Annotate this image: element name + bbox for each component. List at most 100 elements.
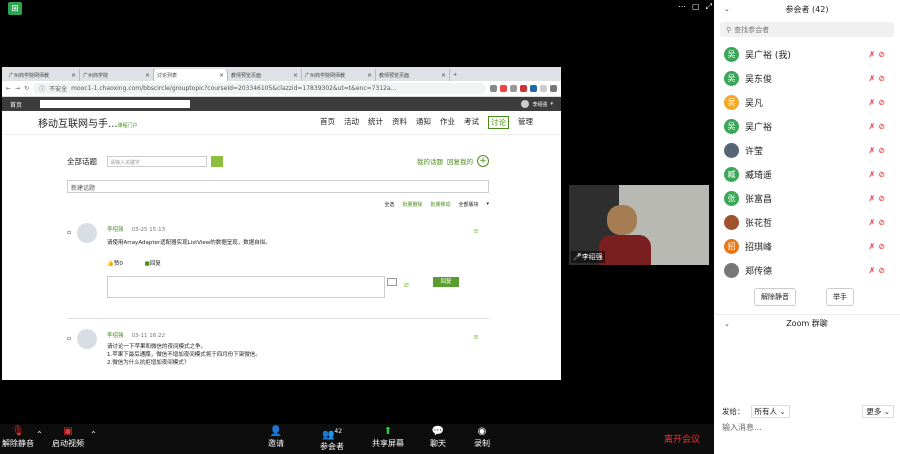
participants-button[interactable]: 👥42 参会者 (320, 426, 344, 452)
nav-notice[interactable]: 通知 (416, 116, 431, 129)
site-user-menu[interactable]: 李绍强 ▾ (521, 100, 553, 108)
extension-icon[interactable] (520, 85, 527, 92)
participant-row[interactable]: 吴吴广裕 (我) ✗⊘ (714, 42, 900, 66)
nav-stats[interactable]: 统计 (368, 116, 383, 129)
video-options-caret[interactable]: ⌃ (90, 430, 97, 439)
site-home-link[interactable]: 首页 (10, 100, 22, 109)
chevron-down-icon[interactable]: ⌄ (724, 320, 730, 328)
course-title[interactable]: 移动互联网与手...课程门户 (38, 115, 138, 130)
search-button[interactable] (211, 155, 223, 167)
reply-submit-button[interactable]: 回复 (433, 277, 459, 287)
fullscreen-icon[interactable]: ⤢ (706, 2, 712, 12)
post-checkbox[interactable]: ▫ (67, 229, 71, 236)
participant-name: 张富昌 (745, 194, 773, 205)
browser-tab[interactable]: 广州商学院网师教 × (302, 69, 376, 81)
participant-row[interactable]: 许莹 ✗⊘ (714, 138, 900, 162)
share-screen-button[interactable]: ⬆ 共享屏幕 (372, 426, 404, 449)
menu-icon[interactable]: ≡ (473, 333, 479, 341)
keyword-search-input[interactable]: 请输入关键字 (107, 155, 207, 167)
participant-row[interactable]: 吴吴广裕 ✗⊘ (714, 114, 900, 138)
nav-discussion[interactable]: 讨论 (488, 116, 509, 129)
site-search-input[interactable] (40, 100, 191, 108)
restore-icon[interactable]: ▢ (692, 2, 700, 12)
nav-home[interactable]: 首页 (320, 116, 335, 129)
browser-tab[interactable]: 广州商学院 × (80, 69, 154, 81)
reply-textarea[interactable] (107, 276, 385, 298)
chevron-down-icon[interactable]: ⌄ (724, 5, 730, 13)
like-button[interactable]: 赞0 (114, 261, 123, 267)
window-icon[interactable]: ⊞ (8, 2, 22, 15)
nav-activity[interactable]: 活动 (344, 116, 359, 129)
nav-homework[interactable]: 作业 (440, 116, 455, 129)
more-icon[interactable]: ⋯ (678, 2, 686, 12)
chat-input[interactable]: 输入消息... (722, 422, 762, 433)
new-topic-input[interactable]: 新建话题 (67, 180, 489, 193)
record-button[interactable]: ◉ 录制 (474, 426, 490, 449)
back-icon[interactable]: ← (6, 85, 11, 92)
browser-tab[interactable]: 教师预览页面 × (228, 69, 302, 81)
chat-button[interactable]: 💬 聊天 (430, 426, 446, 449)
profile-icon[interactable] (550, 85, 557, 92)
unmute-button[interactable]: 🎙 解除静音 (2, 426, 34, 449)
batch-move-link[interactable]: 批量移动 (430, 201, 450, 209)
extension-icon[interactable] (500, 85, 507, 92)
audio-options-caret[interactable]: ⌃ (36, 430, 43, 439)
browser-tab[interactable]: 教师预览页面 × (376, 69, 450, 81)
participant-row[interactable]: 张花哲 ✗⊘ (714, 210, 900, 234)
invite-button[interactable]: 👤 邀请 (268, 426, 284, 449)
info-icon[interactable]: ⓘ (39, 84, 45, 93)
browser-tab[interactable]: 广州商学院网师教 × (6, 69, 80, 81)
avatar: 臧 (724, 166, 739, 182)
menu-icon[interactable]: ≡ (473, 227, 479, 235)
my-replies-link[interactable]: 回复我的 (447, 156, 473, 166)
forward-icon[interactable]: → (15, 85, 20, 92)
browser-tab-active[interactable]: 讨论列表 × (154, 69, 228, 81)
participant-row[interactable]: 吴吴凡 ✗⊘ (714, 90, 900, 114)
nav-exam[interactable]: 考试 (464, 116, 479, 129)
participant-row[interactable]: 臧臧琦遥 ✗⊘ (714, 162, 900, 186)
recipient-dropdown[interactable]: 所有人 ⌄ (750, 405, 790, 418)
participant-row[interactable]: 吴吴东俊 ✗⊘ (714, 66, 900, 90)
url-field[interactable]: ⓘ 不安全 mooc1-1.chaoxing.com/bbscircle/gro… (33, 83, 486, 94)
invite-label: 邀请 (268, 439, 284, 448)
add-topic-icon[interactable]: + (477, 155, 489, 167)
nav-materials[interactable]: 资料 (392, 116, 407, 129)
participant-search-input[interactable]: ⚲ 查找参会者 (720, 22, 894, 37)
attachment-icon[interactable]: ⌀ (404, 280, 409, 289)
like-icon[interactable]: 👍 (107, 261, 114, 267)
meeting-toolbar (0, 424, 714, 454)
my-topics-link[interactable]: 我的话题 (417, 156, 443, 166)
unmute-all-button[interactable]: 解除静音 (754, 288, 796, 306)
nav-manage[interactable]: 管理 (518, 116, 533, 129)
close-icon[interactable]: × (219, 72, 224, 79)
batch-delete-link[interactable]: 批量删除 (402, 201, 422, 209)
leave-meeting-button[interactable]: 离开会议 (664, 432, 700, 445)
post-author[interactable]: 李绍强 (107, 227, 124, 233)
participant-row[interactable]: 张张富昌 ✗⊘ (714, 186, 900, 210)
image-icon[interactable] (387, 278, 397, 286)
insecure-label: 不安全 (49, 86, 68, 93)
post-checkbox[interactable]: ▫ (67, 335, 71, 342)
post-author[interactable]: 李绍强 (107, 333, 124, 339)
close-icon[interactable]: × (441, 72, 446, 79)
close-icon[interactable]: × (145, 72, 150, 79)
course-portal-link[interactable]: 课程门户 (118, 123, 138, 129)
close-icon[interactable]: × (71, 72, 76, 79)
raise-hand-button[interactable]: 举手 (826, 288, 854, 306)
extension-icon[interactable] (510, 85, 517, 92)
muted-status-icon: ✗⊘ (868, 145, 888, 155)
extension-icon[interactable] (490, 85, 497, 92)
participant-row[interactable]: 招招琪峰 ✗⊘ (714, 234, 900, 258)
reload-icon[interactable]: ↻ (24, 85, 29, 92)
more-button[interactable]: 更多 ⌄ (862, 405, 894, 418)
close-icon[interactable]: × (293, 72, 298, 79)
all-sections-dropdown[interactable]: 全部版块 (458, 201, 478, 209)
start-video-button[interactable]: ▣ 启动视频 (52, 426, 84, 449)
participant-row[interactable]: 郑传德 ✗⊘ (714, 258, 900, 282)
select-all-checkbox[interactable]: 全选 (384, 201, 394, 209)
reply-link[interactable]: 回复 (150, 261, 161, 267)
extension-icon[interactable] (540, 85, 547, 92)
close-icon[interactable]: × (367, 72, 372, 79)
extension-icon[interactable] (530, 85, 537, 92)
new-tab-button[interactable]: + (450, 69, 464, 81)
